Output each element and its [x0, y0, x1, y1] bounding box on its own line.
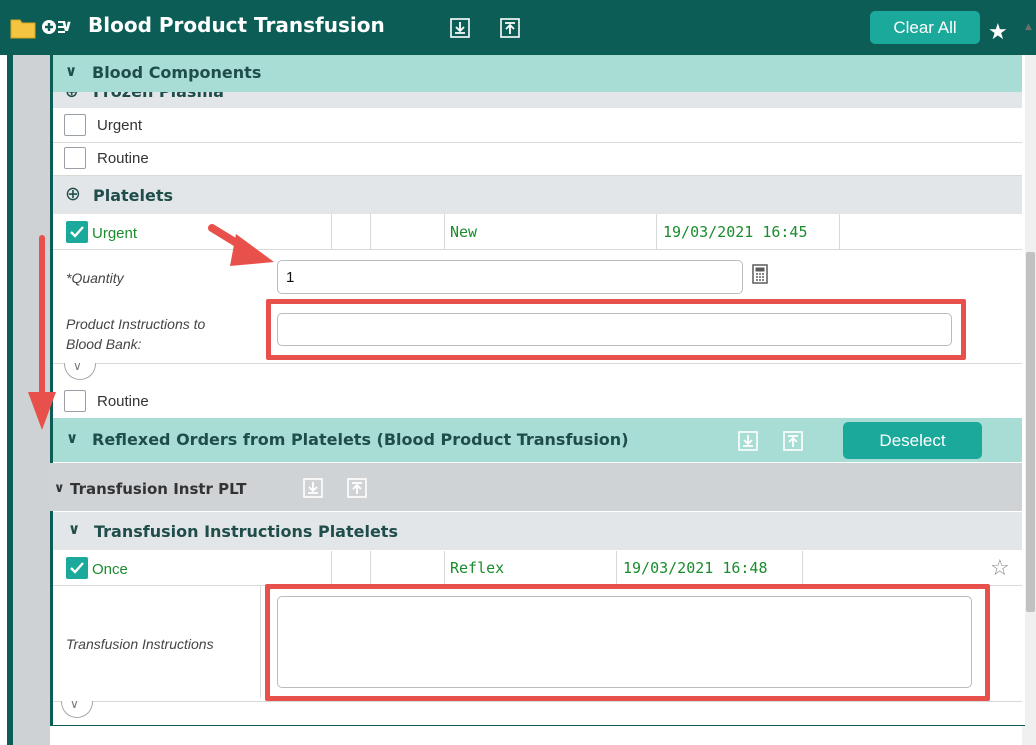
blood-components-title: Blood Components — [92, 63, 262, 82]
add-circle-icon[interactable]: ⊕ — [65, 92, 78, 101]
ffp-option-urgent: Urgent — [97, 117, 143, 134]
calculator-icon[interactable] — [751, 264, 769, 284]
column-divider — [331, 551, 332, 585]
chevron-down-icon[interactable]: ∨ — [70, 697, 79, 711]
arrow-annotation-icon — [208, 224, 274, 266]
reflexed-orders-title: Reflexed Orders from Platelets (Blood Pr… — [92, 430, 629, 449]
clear-all-button[interactable]: Clear All — [870, 11, 980, 44]
column-divider — [370, 551, 371, 585]
list-item — [53, 142, 1022, 176]
column-divider — [260, 586, 261, 698]
order-label: Urgent — [92, 225, 138, 242]
product-instructions-label: Product Instructions to — [66, 316, 206, 332]
order-datetime: 19/03/2021 16:48 — [623, 559, 768, 577]
transfusion-instr-plt-title: Transfusion Instr PLT — [70, 480, 247, 498]
list-item — [53, 108, 1022, 143]
order-status: Reflex — [450, 559, 505, 577]
order-status: New — [450, 223, 478, 241]
page-title: Blood Product Transfusion — [88, 13, 385, 37]
quantity-label: *Quantity — [66, 270, 124, 286]
collapse-all-icon[interactable] — [500, 18, 520, 38]
platelets-title: Platelets — [93, 186, 174, 205]
favorite-star-icon[interactable]: ☆ — [990, 556, 1010, 581]
add-circle-icon[interactable]: ⊕ — [65, 183, 81, 205]
divider — [53, 362, 1022, 364]
platelets-routine-label: Routine — [97, 393, 149, 410]
frozen-plasma-title: Frozen Plasma — [93, 92, 224, 101]
column-divider — [839, 214, 840, 249]
table-row[interactable] — [53, 551, 1022, 586]
column-divider — [802, 551, 803, 585]
column-divider — [656, 214, 657, 249]
quantity-field[interactable]: 1 — [277, 260, 743, 294]
collapse-all-icon[interactable] — [347, 478, 367, 498]
scroll-up-icon[interactable]: ▲ — [1025, 22, 1032, 32]
chevron-down-icon[interactable]: ∨ — [66, 429, 78, 447]
column-divider — [331, 214, 332, 249]
chevron-down-icon[interactable]: ∨ — [73, 359, 82, 373]
expand-all-icon[interactable] — [738, 431, 758, 451]
checkbox-icon[interactable] — [66, 221, 88, 243]
star-icon[interactable]: ★ — [988, 20, 1008, 45]
column-divider — [616, 551, 617, 585]
highlight-box — [265, 584, 990, 701]
table-row[interactable] — [53, 214, 1022, 250]
left-gutter-edge — [7, 55, 13, 745]
column-divider — [370, 214, 371, 249]
collapse-all-icon[interactable] — [783, 431, 803, 451]
scrollbar-thumb[interactable] — [1026, 252, 1035, 612]
divider — [53, 700, 1022, 702]
routine-checkbox[interactable] — [64, 390, 86, 412]
ffp-option-routine: Routine — [97, 150, 149, 167]
frozen-plasma-header[interactable]: ⊕ Frozen Plasma — [53, 92, 1022, 108]
routine-checkbox[interactable] — [64, 147, 86, 169]
expand-all-icon[interactable] — [303, 478, 323, 498]
order-datetime: 19/03/2021 16:45 — [663, 223, 808, 241]
chevron-down-icon[interactable]: ∨ — [68, 520, 80, 538]
expand-all-icon[interactable] — [450, 18, 470, 38]
chevron-down-icon[interactable]: ∨ — [65, 62, 77, 80]
product-instructions-label-2: Blood Bank: — [66, 336, 142, 352]
platelets-header[interactable] — [53, 176, 1022, 214]
urgent-checkbox[interactable] — [64, 114, 86, 136]
transfusion-instructions-label: Transfusion Instructions — [66, 636, 214, 652]
folder-icon[interactable] — [10, 17, 36, 39]
order-label: Once — [92, 561, 128, 578]
deselect-button[interactable]: Deselect — [843, 422, 982, 459]
highlight-box — [266, 299, 966, 360]
transfusion-instructions-platelets-title: Transfusion Instructions Platelets — [94, 522, 398, 541]
checkbox-icon[interactable] — [66, 557, 88, 579]
arrow-annotation-icon — [28, 235, 56, 430]
column-divider — [444, 551, 445, 585]
column-divider — [444, 214, 445, 249]
chevron-down-icon[interactable]: ∨ — [54, 481, 65, 496]
chevron-down-icon[interactable]: ∨ — [60, 16, 73, 35]
